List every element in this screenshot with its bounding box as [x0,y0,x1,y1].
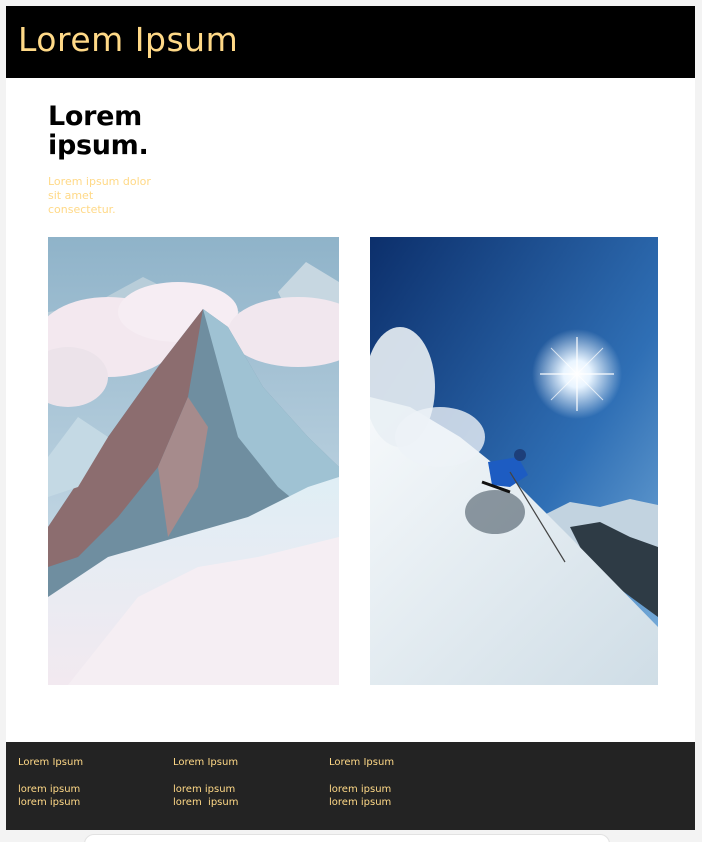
footer-column-3: Lorem Ipsum lorem ipsum lorem ipsum [329,756,469,809]
footer-link[interactable]: lorem ipsum [18,796,158,809]
hero-subtext: Lorem ipsum dolor sit amet consectetur. [48,175,151,216]
page: Lorem Ipsum Lorem ipsum. Lorem ipsum dol… [6,6,695,830]
skier-descending-slope-photo [370,237,658,685]
footer-link[interactable]: lorem ipsum [173,796,313,809]
site-title[interactable]: Lorem Ipsum [18,20,238,59]
footer-column-title: Lorem Ipsum [173,757,239,768]
footer-column-2: Lorem Ipsum lorem ipsum lorem ipsum [173,756,313,809]
footer-link[interactable]: lorem ipsum [329,783,469,796]
footer-link[interactable]: lorem ipsum [329,796,469,809]
hero-heading: Lorem ipsum. [48,101,149,161]
site-footer: Lorem Ipsum lorem ipsum lorem ipsum Lore… [6,742,695,830]
footer-column-title: Lorem Ipsum [18,757,84,768]
bottom-panel-tab [84,834,610,842]
footer-column-title: Lorem Ipsum [329,757,395,768]
footer-link[interactable]: lorem ipsum [18,783,158,796]
site-header: Lorem Ipsum [6,6,695,78]
snowy-mountain-peak-photo [48,237,339,685]
footer-link[interactable]: lorem ipsum [173,783,313,796]
footer-column-1: Lorem Ipsum lorem ipsum lorem ipsum [18,756,158,809]
